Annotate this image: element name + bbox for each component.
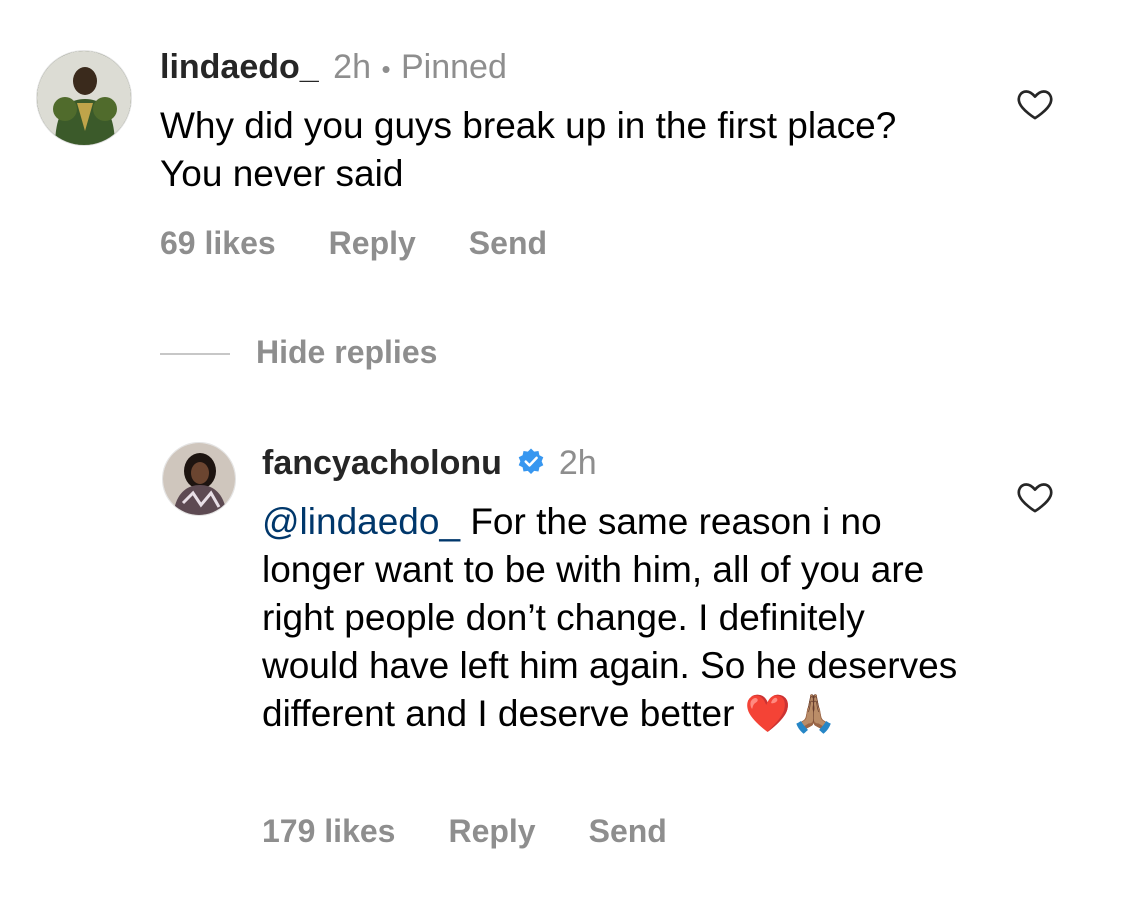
likes-count[interactable]: 69 likes [160,225,276,262]
reply-time: 2h [558,444,597,482]
heart-outline-icon[interactable] [1015,477,1055,517]
mention-link[interactable]: @lindaedo_ [262,501,460,542]
comment-time: 2h [333,48,371,86]
send-button[interactable]: Send [469,225,547,262]
avatar[interactable] [162,442,236,516]
reply-item: fancyacholonu 2h @lindaedo_ For the same… [0,400,1125,880]
avatar-image [163,443,235,515]
reply-header: fancyacholonu 2h [262,444,597,483]
reply-button[interactable]: Reply [448,813,535,850]
emoji-heart: ❤️ [744,693,791,734]
comment-actions: 69 likes Reply Send [160,225,547,262]
avatar[interactable] [36,50,132,146]
verified-badge-icon [519,448,544,474]
divider-line [160,353,230,355]
avatar-image [37,51,131,145]
comment-header: lindaedo_ 2h • Pinned [160,48,507,87]
reply-button[interactable]: Reply [329,225,416,262]
reply-username[interactable]: fancyacholonu [262,444,502,482]
pinned-label: Pinned [401,48,507,86]
likes-count[interactable]: 179 likes [262,813,395,850]
reply-actions: 179 likes Reply Send [262,813,667,850]
comment-text: Why did you guys break up in the first p… [160,105,897,194]
heart-outline-icon[interactable] [1015,84,1055,124]
hide-replies-label: Hide replies [256,334,438,370]
comment-item: lindaedo_ 2h • Pinned Why did you guys b… [0,0,1125,290]
comment-username[interactable]: lindaedo_ [160,48,319,86]
send-button[interactable]: Send [589,813,667,850]
reply-text: @lindaedo_ For the same reason i no long… [262,498,962,738]
separator-dot: • [381,54,391,84]
emoji-pray: 🙏🏽 [790,693,837,734]
